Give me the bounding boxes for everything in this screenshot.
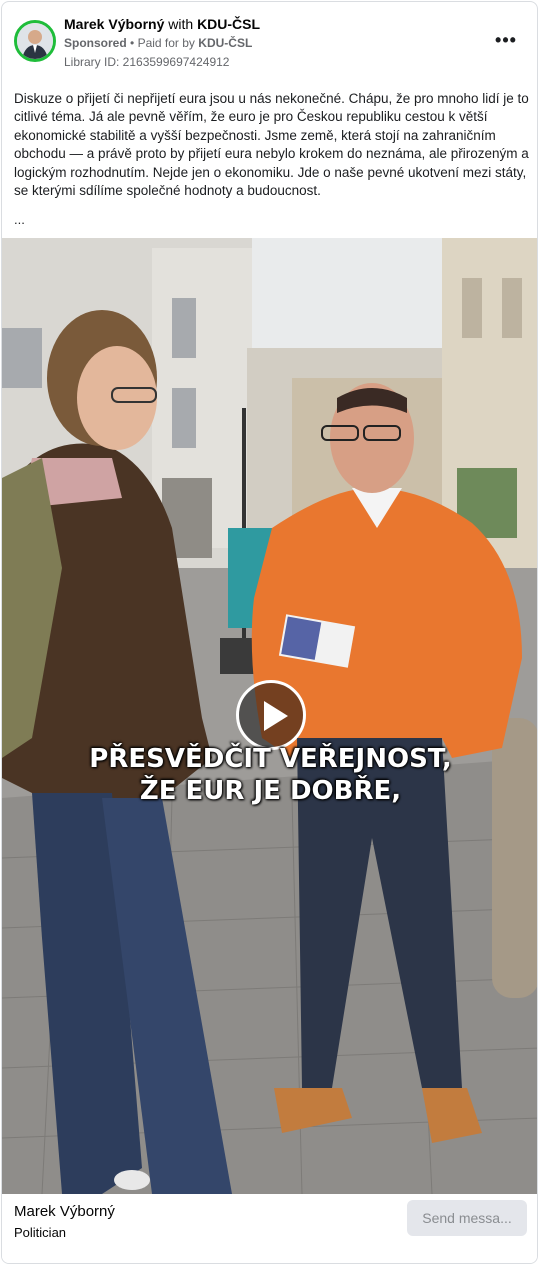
sponsored-line: Sponsored • Paid for by KDU-ČSL bbox=[64, 35, 252, 51]
library-id: Library ID: 2163599697424912 bbox=[64, 55, 230, 69]
sponsored-label[interactable]: Sponsored bbox=[64, 36, 127, 50]
author-name-link[interactable]: Marek Výborný bbox=[64, 16, 164, 32]
more-options-button[interactable]: ••• bbox=[490, 30, 522, 54]
video-subtitle-line-2: ŽE EUR JE DOBŘE, bbox=[139, 776, 402, 806]
post-footer: Marek Výborný Politician Send messa... bbox=[2, 1194, 537, 1263]
paid-for-by-label: Paid for by bbox=[137, 36, 195, 50]
see-more-ellipsis[interactable]: ... bbox=[14, 212, 25, 227]
video-subtitle-line-1: PŘESVĚDČIT VEŘEJNOST, bbox=[89, 744, 452, 774]
post-body-text: Diskuze o přijetí či nepřijetí eura jsou… bbox=[14, 91, 529, 199]
payer-name-link[interactable]: KDU-ČSL bbox=[198, 36, 252, 50]
bullet-separator: • bbox=[130, 36, 135, 50]
post-header: Marek Výborný with KDU-ČSL Sponsored • P… bbox=[2, 2, 537, 82]
author-line: Marek Výborný with KDU-ČSL bbox=[64, 15, 260, 33]
profile-avatar[interactable] bbox=[14, 20, 56, 62]
play-icon bbox=[264, 701, 288, 731]
sponsored-post-card: Marek Výborný with KDU-ČSL Sponsored • P… bbox=[1, 1, 538, 1264]
with-text: with bbox=[168, 16, 194, 32]
footer-page-category: Politician bbox=[14, 1225, 67, 1240]
video-player[interactable]: PŘESVĚDČIT VEŘEJNOST, ŽE EUR JE DOBŘE, bbox=[2, 238, 537, 1194]
play-button[interactable] bbox=[236, 680, 306, 750]
send-message-button[interactable]: Send messa... bbox=[407, 1200, 527, 1236]
more-horizontal-icon: ••• bbox=[495, 30, 517, 50]
partner-name-link[interactable]: KDU-ČSL bbox=[197, 16, 260, 32]
footer-page-name[interactable]: Marek Výborný bbox=[14, 1202, 115, 1222]
avatar-portrait-icon bbox=[17, 23, 53, 59]
